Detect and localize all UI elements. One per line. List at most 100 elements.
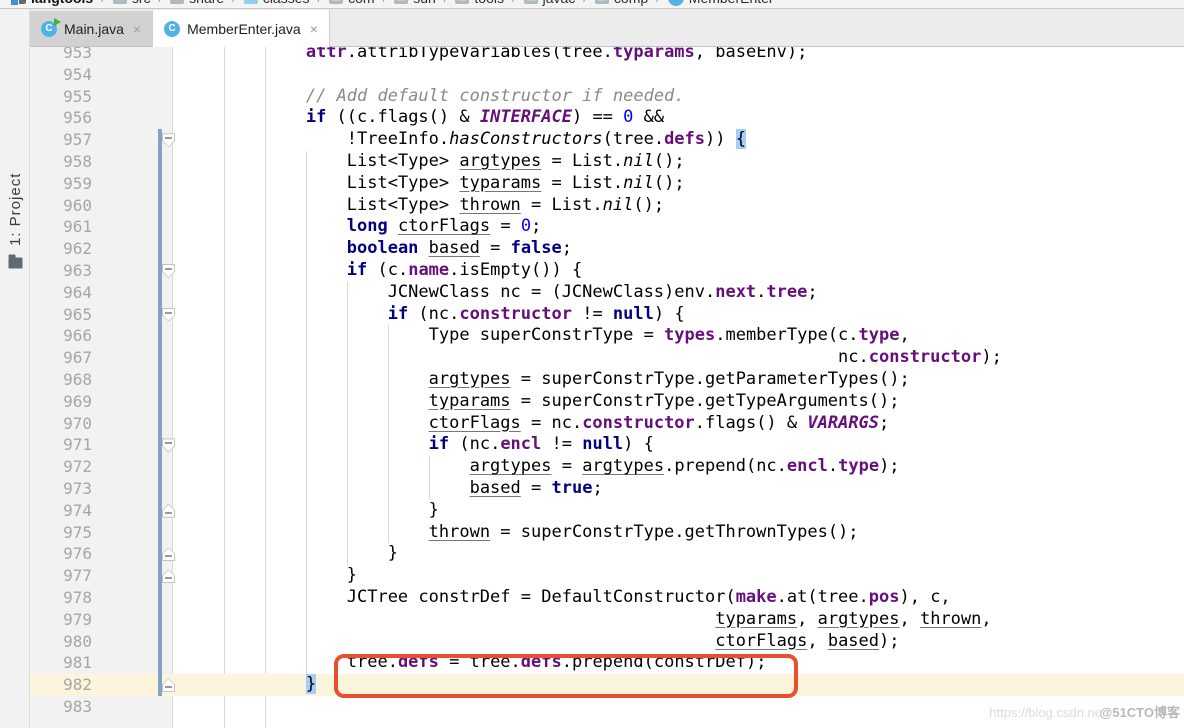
line-number: 973 <box>38 478 92 500</box>
line-number: 953 <box>38 47 92 64</box>
code-line-964[interactable]: 964 JCNewClass nc = (JCNewClass)env.next… <box>30 282 1184 304</box>
fold-up-icon[interactable] <box>162 504 175 518</box>
breadcrumb-item-memberenter[interactable]: CMemberEnter <box>668 0 774 6</box>
breadcrumb-item-share[interactable]: share <box>170 0 224 6</box>
code-text: JCNewClass nc = (JCNewClass)env.next.tre… <box>183 282 818 304</box>
code-line-965[interactable]: 965 if (nc.constructor != null) { <box>30 304 1184 326</box>
line-number: 961 <box>38 216 92 238</box>
fold-up-icon[interactable] <box>162 678 175 692</box>
line-number: 964 <box>38 282 92 304</box>
ide-window: langtools/src/share/classes/com/sun/tool… <box>0 0 1184 728</box>
close-tab-icon[interactable]: × <box>133 22 141 36</box>
code-line-970[interactable]: 970 ctorFlags = nc.constructor.flags() &… <box>30 413 1184 435</box>
breadcrumb-separator: / <box>318 0 322 5</box>
fold-up-icon[interactable] <box>162 547 175 561</box>
code-line-975[interactable]: 975 thrown = superConstrType.getThrownTy… <box>30 522 1184 544</box>
fold-down-icon[interactable] <box>162 308 175 322</box>
code-text: if (c.name.isEmpty()) { <box>183 260 582 282</box>
package-icon <box>455 0 469 4</box>
line-number: 975 <box>38 522 92 544</box>
code-line-981[interactable]: 981 tree.defs = tree.defs.prepend(constr… <box>30 652 1184 674</box>
close-tab-icon[interactable]: × <box>310 22 318 36</box>
breadcrumb-item-tools[interactable]: tools <box>455 0 504 6</box>
code-line-969[interactable]: 969 typarams = superConstrType.getTypeAr… <box>30 391 1184 413</box>
breadcrumb-item-src[interactable]: src <box>113 0 151 6</box>
breadcrumb-item-sun[interactable]: sun <box>394 0 436 6</box>
fold-down-icon[interactable] <box>162 133 175 147</box>
line-number: 954 <box>38 64 92 86</box>
breadcrumb-item-langtools[interactable]: langtools <box>12 0 93 6</box>
breadcrumb-item-classes[interactable]: classes <box>244 0 310 6</box>
breadcrumb-separator: / <box>583 0 587 5</box>
code-line-955[interactable]: 955 // Add default constructor if needed… <box>30 86 1184 108</box>
breadcrumb-item-com[interactable]: com <box>329 0 374 6</box>
package-icon <box>595 0 609 4</box>
line-number: 965 <box>38 304 92 326</box>
line-number: 958 <box>38 151 92 173</box>
code-line-962[interactable]: 962 boolean based = false; <box>30 238 1184 260</box>
code-text: List<Type> typarams = List.nil(); <box>183 173 685 195</box>
breadcrumb-label: sun <box>413 0 436 6</box>
code-line-978[interactable]: 978 JCTree constrDef = DefaultConstructo… <box>30 587 1184 609</box>
code-text: ctorFlags = nc.constructor.flags() & VAR… <box>183 413 889 435</box>
line-number: 963 <box>38 260 92 282</box>
line-number: 968 <box>38 369 92 391</box>
line-number: 959 <box>38 173 92 195</box>
code-line-957[interactable]: 957 !TreeInfo.hasConstructors(tree.defs)… <box>30 129 1184 151</box>
code-line-953[interactable]: 953 attr.attribTypeVariables(tree.typara… <box>30 47 1184 64</box>
breadcrumb-separator: / <box>232 0 236 5</box>
code-line-960[interactable]: 960 List<Type> thrown = List.nil(); <box>30 195 1184 217</box>
code-line-974[interactable]: 974 } <box>30 500 1184 522</box>
breadcrumb-label: comp <box>614 0 648 6</box>
code-text: } <box>183 674 316 696</box>
code-line-977[interactable]: 977 } <box>30 565 1184 587</box>
code-line-972[interactable]: 972 argtypes = argtypes.prepend(nc.encl.… <box>30 456 1184 478</box>
code-line-959[interactable]: 959 List<Type> typarams = List.nil(); <box>30 173 1184 195</box>
code-line-954[interactable]: 954 <box>30 64 1184 86</box>
code-line-963[interactable]: 963 if (c.name.isEmpty()) { <box>30 260 1184 282</box>
code-line-976[interactable]: 976 } <box>30 543 1184 565</box>
code-line-979[interactable]: 979 typarams, argtypes, thrown, <box>30 609 1184 631</box>
code-text: typarams = superConstrType.getTypeArgume… <box>183 391 899 413</box>
code-line-966[interactable]: 966 Type superConstrType = types.memberT… <box>30 325 1184 347</box>
package-icon <box>394 0 408 4</box>
line-number: 972 <box>38 456 92 478</box>
code-text: if ((c.flags() & INTERFACE) == 0 && <box>183 107 664 129</box>
code-line-982[interactable]: 982 } <box>30 674 1184 696</box>
breadcrumb-bar: langtools/src/share/classes/com/sun/tool… <box>0 0 1184 9</box>
breadcrumb-item-comp[interactable]: comp <box>595 0 648 6</box>
fold-down-icon[interactable] <box>162 438 175 452</box>
line-number: 974 <box>38 500 92 522</box>
source-folder-icon <box>244 0 258 4</box>
breadcrumb-label: langtools <box>31 0 93 6</box>
code-line-956[interactable]: 956 if ((c.flags() & INTERFACE) == 0 && <box>30 107 1184 129</box>
code-text: if (nc.encl != null) { <box>183 434 654 456</box>
line-number: 956 <box>38 107 92 129</box>
vcs-change-bar[interactable] <box>158 129 162 696</box>
package-icon <box>329 0 343 4</box>
code-line-973[interactable]: 973 based = true; <box>30 478 1184 500</box>
code-line-958[interactable]: 958 List<Type> argtypes = List.nil(); <box>30 151 1184 173</box>
line-number: 983 <box>38 696 92 718</box>
breadcrumb-label: MemberEnter <box>689 0 774 6</box>
code-line-971[interactable]: 971 if (nc.encl != null) { <box>30 434 1184 456</box>
project-tool-button[interactable]: 1: Project <box>3 173 27 270</box>
watermark-badge: @51CTO博客 <box>1100 705 1180 720</box>
line-number: 960 <box>38 195 92 217</box>
code-line-980[interactable]: 980 ctorFlags, based); <box>30 631 1184 653</box>
code-text: List<Type> argtypes = List.nil(); <box>183 151 685 173</box>
code-line-961[interactable]: 961 long ctorFlags = 0; <box>30 216 1184 238</box>
code-line-967[interactable]: 967 nc.constructor); <box>30 347 1184 369</box>
fold-down-icon[interactable] <box>162 264 175 278</box>
tab-label: MemberEnter.java <box>187 21 301 37</box>
fold-up-icon[interactable] <box>162 569 175 583</box>
line-number: 971 <box>38 434 92 456</box>
breadcrumb-separator: / <box>101 0 105 5</box>
tab-main-java[interactable]: CMain.java× <box>30 11 152 46</box>
tab-memberenter-java[interactable]: CMemberEnter.java× <box>152 10 330 47</box>
code-text: } <box>183 565 357 587</box>
breadcrumb-item-javac[interactable]: javac <box>524 0 576 6</box>
tab-bar: CMain.java×CMemberEnter.java× <box>30 9 1184 47</box>
code-line-968[interactable]: 968 argtypes = superConstrType.getParame… <box>30 369 1184 391</box>
line-number: 976 <box>38 543 92 565</box>
